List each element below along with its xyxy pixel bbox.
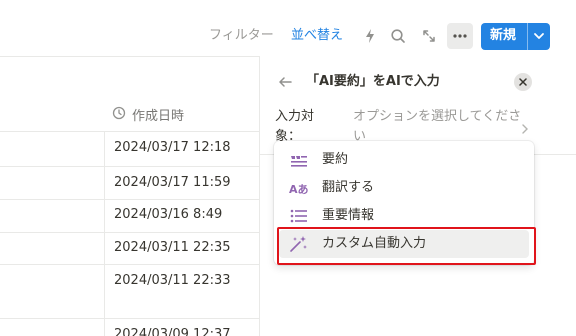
divider (0, 318, 260, 319)
panel-title: 「AI要約」をAIで入力 (306, 74, 440, 89)
summary-icon (289, 151, 309, 169)
table-cell[interactable]: 2024/03/11 22:35 (114, 239, 231, 257)
chevron-right-icon[interactable] (520, 120, 530, 134)
table-cell[interactable]: 2024/03/11 22:33 (114, 272, 231, 290)
divider (0, 166, 260, 167)
toolbar: フィルター 並べ替え 新規 (0, 0, 576, 56)
close-icon[interactable] (514, 73, 532, 91)
back-arrow-icon[interactable] (277, 74, 293, 90)
chevron-down-icon[interactable] (531, 28, 547, 44)
divider (0, 131, 260, 132)
translate-icon: Aあ (289, 179, 309, 197)
table-cell[interactable]: 2024/03/09 12:37 (114, 326, 231, 336)
clock-icon (112, 106, 126, 124)
table-cell[interactable]: 2024/03/17 12:18 (114, 139, 231, 157)
menu-item-translate[interactable]: Aあ 翻訳する (279, 174, 529, 202)
svg-text:Aあ: Aあ (289, 183, 309, 195)
search-icon[interactable] (387, 25, 409, 47)
divider (0, 56, 260, 57)
divider (0, 199, 260, 200)
divider (0, 232, 260, 233)
sort-button[interactable]: 並べ替え (291, 27, 343, 45)
target-select[interactable]: オプションを選択してください (353, 107, 523, 141)
new-button-label: 新規 (490, 28, 517, 43)
column-header-created-time[interactable]: 作成日時 (112, 105, 184, 124)
list-icon (289, 207, 309, 225)
expand-icon[interactable] (418, 25, 440, 47)
filter-button[interactable]: フィルター (209, 27, 274, 45)
highlight-box (277, 227, 536, 265)
new-button-divider (527, 23, 528, 50)
menu-item-summary[interactable]: 要約 (279, 146, 529, 174)
table-cell[interactable]: 2024/03/17 11:59 (114, 174, 231, 192)
new-button[interactable]: 新規 (481, 23, 550, 50)
table-cell[interactable]: 2024/03/16 8:49 (114, 206, 222, 224)
divider (0, 264, 260, 265)
column-divider (104, 131, 105, 336)
menu-item-label: 重要情報 (322, 208, 375, 223)
more-icon[interactable] (447, 23, 473, 49)
menu-item-label: 要約 (322, 152, 349, 167)
menu-item-label: 翻訳する (322, 180, 375, 195)
lightning-icon[interactable] (359, 25, 381, 47)
column-header-label: 作成日時 (132, 109, 185, 124)
menu-item-key-info[interactable]: 重要情報 (279, 202, 529, 230)
